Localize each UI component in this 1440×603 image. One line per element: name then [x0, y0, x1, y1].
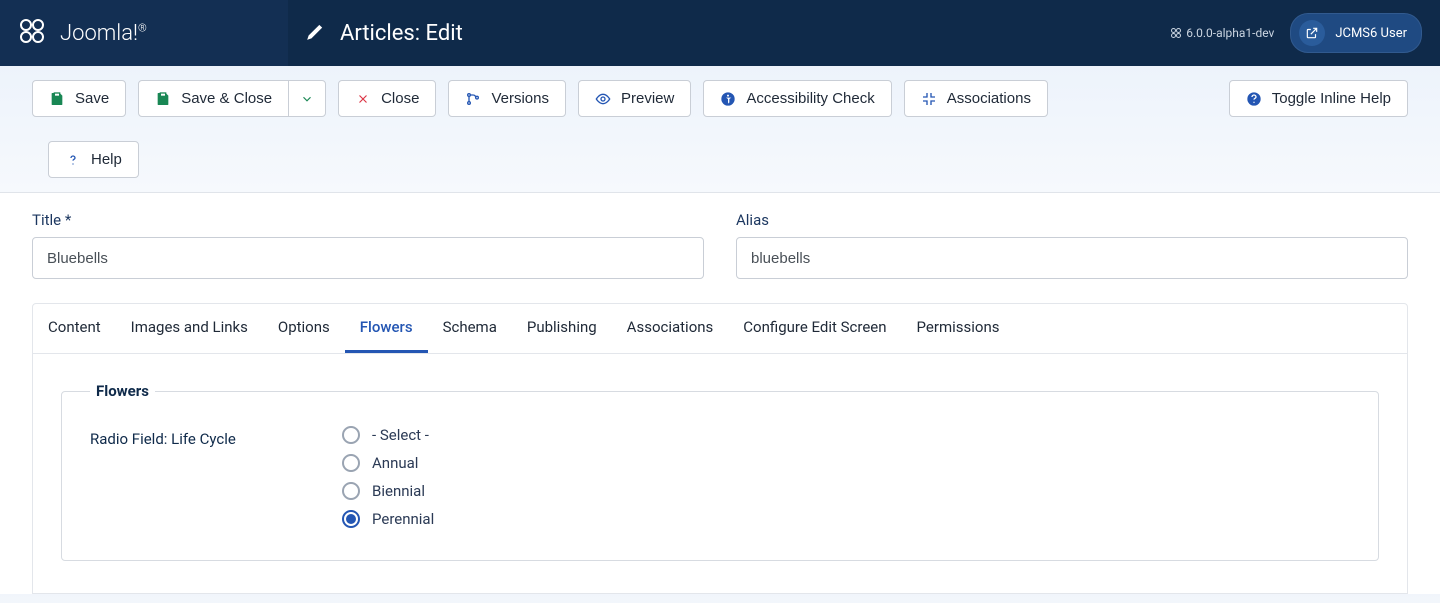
eye-icon [595, 91, 611, 107]
radio-label-text: Biennial [372, 482, 425, 500]
close-icon [355, 91, 371, 107]
radio-field-label: Radio Field: Life Cycle [90, 426, 310, 528]
radio-label-text: Perennial [372, 510, 434, 528]
radio-indicator [342, 454, 360, 472]
alias-input[interactable] [736, 237, 1408, 279]
associations-button[interactable]: Associations [904, 80, 1048, 117]
page-title: Articles: Edit [340, 21, 463, 46]
radio-indicator [342, 510, 360, 528]
tab-images-and-links[interactable]: Images and Links [116, 304, 263, 353]
toolbar: Save Save & Close Close Versions Prev [0, 66, 1440, 193]
title-label: Title * [32, 211, 704, 229]
form-header-fields: Title * Alias [0, 193, 1440, 279]
preview-button[interactable]: Preview [578, 80, 691, 117]
app-header: Joomla!® Articles: Edit 6.0.0-alpha1-dev [0, 0, 1440, 66]
radio-option-annual[interactable]: Annual [342, 454, 434, 472]
radio-group-lifecycle: - Select - Annual Biennial Perennial [342, 426, 434, 528]
header-title-section: Articles: Edit 6.0.0-alpha1-dev JCMS6 Us… [288, 0, 1440, 66]
tab-flowers[interactable]: Flowers [345, 304, 428, 353]
alias-label: Alias [736, 211, 1408, 229]
save-icon [155, 91, 171, 107]
radio-option-biennial[interactable]: Biennial [342, 482, 434, 500]
user-menu[interactable]: JCMS6 User [1290, 13, 1422, 53]
brand-name: Joomla!® [60, 21, 147, 46]
save-icon [49, 91, 65, 107]
radio-label-text: - Select - [372, 426, 429, 444]
brand-section[interactable]: Joomla!® [0, 0, 288, 66]
title-input[interactable] [32, 237, 704, 279]
tab-schema[interactable]: Schema [428, 304, 512, 353]
version-label[interactable]: 6.0.0-alpha1-dev [1170, 26, 1274, 40]
question-icon [65, 152, 81, 168]
radio-indicator [342, 482, 360, 500]
versions-button[interactable]: Versions [448, 80, 566, 117]
radio-label-text: Annual [372, 454, 418, 472]
tab-configure-edit-screen[interactable]: Configure Edit Screen [728, 304, 901, 353]
tab-options[interactable]: Options [263, 304, 345, 353]
close-button[interactable]: Close [338, 80, 436, 117]
external-link-icon [1299, 20, 1325, 46]
pencil-icon [306, 21, 326, 45]
branch-icon [465, 91, 481, 107]
user-name: JCMS6 User [1335, 26, 1407, 41]
tab-associations[interactable]: Associations [612, 304, 729, 353]
save-close-group: Save & Close [138, 80, 326, 117]
toggle-inline-help-button[interactable]: Toggle Inline Help [1229, 80, 1408, 117]
joomla-logo-icon [16, 15, 48, 51]
radio-indicator [342, 426, 360, 444]
contract-icon [921, 91, 937, 107]
save-close-button[interactable]: Save & Close [138, 80, 289, 117]
radio-option-select[interactable]: - Select - [342, 426, 434, 444]
fieldset-flowers: Flowers Radio Field: Life Cycle - Select… [61, 382, 1379, 561]
save-button[interactable]: Save [32, 80, 126, 117]
tab-bar: ContentImages and LinksOptionsFlowersSch… [33, 304, 1407, 354]
question-circle-icon [1246, 91, 1262, 107]
radio-option-perennial[interactable]: Perennial [342, 510, 434, 528]
tab-permissions[interactable]: Permissions [902, 304, 1015, 353]
accessibility-icon [720, 91, 736, 107]
tab-publishing[interactable]: Publishing [512, 304, 612, 353]
tab-content[interactable]: Content [33, 304, 116, 353]
tab-panel-flowers: Flowers Radio Field: Life Cycle - Select… [33, 354, 1407, 593]
help-button[interactable]: Help [48, 141, 139, 178]
accessibility-button[interactable]: Accessibility Check [703, 80, 891, 117]
save-close-dropdown[interactable] [288, 80, 326, 117]
tabs-container: ContentImages and LinksOptionsFlowersSch… [32, 303, 1408, 594]
chevron-down-icon [299, 91, 315, 107]
fieldset-legend: Flowers [90, 382, 155, 400]
